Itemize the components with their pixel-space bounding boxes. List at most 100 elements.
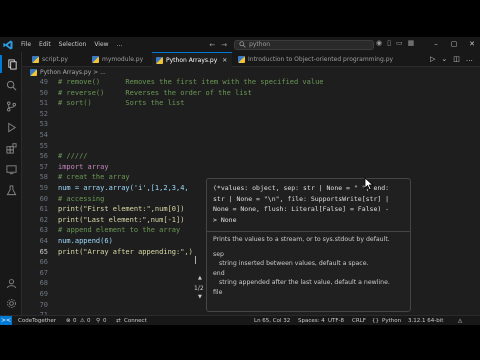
overload-down-icon[interactable]: ▼ — [198, 294, 202, 300]
indentation[interactable]: Spaces: 4 — [298, 317, 325, 325]
title-bar: File Edit Selection View ... ← → python … — [0, 37, 480, 52]
line-number: 59 — [39, 184, 48, 192]
line-number: 56 — [39, 152, 48, 161]
ports-icon[interactable]: ⚲ — [96, 317, 100, 325]
text-cursor — [195, 248, 196, 267]
explorer-icon[interactable] — [0, 55, 22, 73]
line-number: 63 — [39, 226, 48, 235]
breadcrumb-path: Python Arrays.py > ... — [40, 68, 106, 76]
line-number: 49 — [39, 78, 48, 86]
menu-edit[interactable]: Edit — [35, 41, 55, 48]
menu-view[interactable]: View — [90, 41, 112, 48]
run-python-file-icon[interactable]: ▷ — [430, 55, 435, 63]
tab-introduction-oop-py[interactable]: Introduction to Object-oriented programm… — [234, 52, 418, 67]
python-file-icon — [156, 56, 163, 64]
customize-layout-icon[interactable]: ▦ — [408, 39, 415, 47]
signature-code: (*values: object, sep: str | None = " ",… — [213, 183, 389, 225]
language-mode[interactable]: Python — [382, 317, 401, 325]
line-number: 66 — [39, 258, 48, 267]
maximize-icon[interactable]: ▢ — [446, 37, 462, 52]
manage-gear-icon[interactable] — [0, 294, 22, 312]
line-ending[interactable]: CRLF — [352, 317, 366, 325]
signature-line: > None — [213, 215, 237, 224]
code-line-current: print("Array after appending:",) — [58, 247, 193, 256]
minimize-icon[interactable]: – — [428, 37, 444, 52]
encoding[interactable]: UTF-8 — [328, 317, 344, 325]
codetogether-status[interactable]: CodeTogether — [18, 317, 56, 325]
copilot-icon[interactable]: ◉ — [376, 39, 382, 47]
signature-help-popup[interactable]: (*values: object, sep: str | None = " ",… — [206, 178, 411, 312]
param-name: end — [213, 270, 225, 277]
line-number-current: 65 — [39, 247, 48, 256]
python-file-icon — [30, 68, 37, 76]
close-tab-icon[interactable]: ✕ — [222, 57, 227, 64]
connect-button[interactable]: Connect — [124, 317, 147, 325]
cursor-position[interactable]: Ln 65, Col 32 — [254, 317, 290, 325]
testing-icon[interactable] — [0, 181, 22, 199]
search-text: python — [249, 41, 271, 48]
signature-line: (*values: object, sep: str | None = " ",… — [213, 184, 390, 192]
errors-icon[interactable]: ⊗ — [66, 317, 71, 325]
tab-script-py[interactable]: script.py — [28, 52, 86, 67]
line-number: 57 — [39, 162, 48, 171]
errors-count: 0 — [73, 318, 77, 324]
source-control-icon[interactable] — [0, 97, 22, 115]
code-editor[interactable]: 49 50 51 52 53 54 55 56 57 58 59 60 61 6… — [22, 77, 480, 319]
python-file-icon — [92, 56, 99, 63]
search-view-icon[interactable] — [0, 76, 22, 94]
language-braces-icon: {} — [372, 318, 379, 324]
tab-label: Introduction to Object-oriented programm… — [248, 56, 394, 63]
overload-up-icon[interactable]: ▲ — [198, 275, 202, 281]
menu-selection[interactable]: Selection — [55, 41, 91, 48]
line-number: 60 — [39, 194, 48, 203]
status-bar: >< CodeTogether ⊗ 0 ⚠ 0 ⚲ 0 ⇄ Connect Ln… — [0, 315, 480, 325]
toggle-panel-icon[interactable]: ▭ — [396, 39, 403, 47]
line-number: 55 — [39, 141, 48, 150]
signature-line: str | None = "\n", file: SupportsWrite[s… — [213, 194, 390, 203]
split-editor-icon[interactable]: ◫ — [453, 55, 460, 63]
connect-icon: ⇄ — [116, 318, 121, 324]
line-number: 69 — [39, 290, 48, 298]
editor-tabs: script.py mymodule.py Python Arrays.py ✕… — [22, 52, 480, 67]
ports-count: 0 — [103, 318, 107, 324]
menu-file[interactable]: File — [17, 41, 35, 48]
toggle-sidebar-icon[interactable]: ▯ — [387, 39, 391, 47]
warnings-count: 0 — [87, 318, 91, 324]
line-number: 52 — [39, 109, 48, 118]
run-options-icon[interactable]: ⌄ — [441, 55, 447, 63]
notifications-bell-icon[interactable]: ◬ — [458, 317, 462, 325]
line-number: 53 — [39, 120, 48, 129]
code-line: print("Last element:",num[-1]) — [58, 215, 185, 224]
param-description: string appended after the last value, de… — [219, 279, 390, 286]
more-actions-icon[interactable]: … — [466, 55, 473, 63]
warnings-icon[interactable]: ⚠ — [80, 317, 85, 325]
remote-explorer-icon[interactable] — [0, 160, 22, 178]
code-line: # ///// — [58, 152, 88, 161]
param-name: sep — [213, 251, 224, 258]
nav-back-button[interactable]: ← — [206, 41, 218, 49]
line-number: 70 — [39, 300, 48, 309]
signature-line: None = None, flush: Literal[False] = Fal… — [213, 205, 390, 213]
param-name: file — [213, 289, 223, 296]
python-interpreter[interactable]: 3.12.1 64-bit — [408, 317, 443, 325]
command-center-search[interactable]: python — [234, 39, 375, 50]
python-file-icon — [238, 56, 245, 63]
run-debug-icon[interactable] — [0, 118, 22, 136]
search-icon — [239, 41, 246, 48]
accounts-icon[interactable] — [0, 274, 22, 292]
extensions-icon[interactable] — [0, 139, 22, 157]
close-window-icon[interactable]: ✕ — [464, 37, 480, 52]
nav-forward-button[interactable]: → — [218, 41, 230, 49]
menu-more[interactable]: ... — [113, 41, 127, 48]
tab-python-arrays-py[interactable]: Python Arrays.py ✕ — [152, 52, 232, 67]
video-letterbox-top — [0, 0, 480, 37]
editor-actions: ▷ ⌄ ◫ … — [430, 55, 473, 63]
param-description: string inserted between values, default … — [219, 260, 369, 267]
breadcrumb[interactable]: Python Arrays.py > ... — [22, 67, 480, 77]
code-line: # accessing — [58, 194, 105, 203]
line-number: 51 — [39, 99, 48, 108]
popup-divider — [207, 231, 410, 232]
code-line: num = array.array('i',[1,2,3,4, — [58, 184, 189, 192]
code-line: # reverse() Reverses the order of the li… — [58, 88, 252, 97]
remote-indicator[interactable]: >< — [0, 316, 12, 325]
